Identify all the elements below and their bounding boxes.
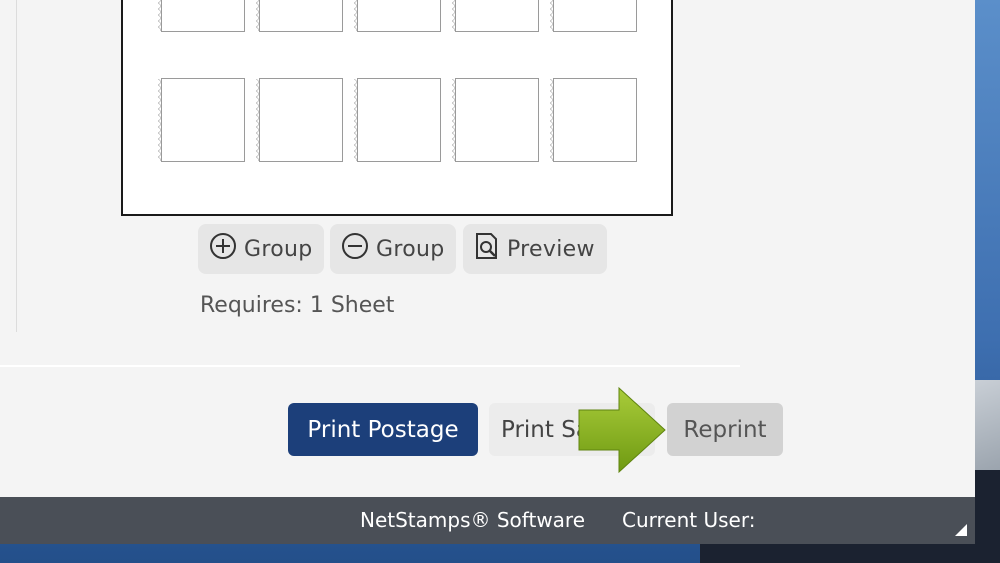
left-divider (16, 0, 17, 332)
stamp-slot[interactable] (256, 78, 343, 162)
arrow-right-icon (578, 386, 666, 474)
product-name: NetStamps® Software (360, 508, 586, 532)
reprint-button[interactable]: Reprint (667, 403, 783, 456)
stamp-slot[interactable] (550, 0, 637, 32)
resize-grip-icon[interactable] (955, 524, 967, 536)
stamp-slot[interactable] (158, 0, 245, 32)
print-postage-button[interactable]: Print Postage (288, 403, 478, 456)
remove-group-button[interactable]: Group (330, 224, 456, 274)
preview-icon (473, 231, 501, 267)
preview-label: Preview (507, 236, 595, 262)
status-bar: NetStamps® Software Current User: (0, 497, 975, 544)
stamp-slot[interactable] (452, 78, 539, 162)
app-window: Group Group Preview Requires: 1 Sheet Pr… (0, 0, 975, 497)
remove-group-label: Group (376, 236, 445, 262)
requires-value: 1 Sheet (309, 293, 395, 318)
add-group-label: Group (244, 236, 313, 262)
stamp-slot[interactable] (354, 0, 441, 32)
requires-label: Requires: (200, 293, 303, 318)
section-divider (0, 365, 740, 367)
add-group-button[interactable]: Group (198, 224, 324, 274)
stamp-slot[interactable] (158, 78, 245, 162)
stamp-sheet-preview (121, 0, 673, 216)
stamp-slot[interactable] (550, 78, 637, 162)
stamp-slot[interactable] (452, 0, 539, 32)
minus-circle-icon (340, 231, 370, 267)
stamp-slot[interactable] (354, 78, 441, 162)
sheet-requirement: Requires: 1 Sheet (200, 293, 394, 318)
plus-circle-icon (208, 231, 238, 267)
current-user-label: Current User: (622, 508, 756, 532)
preview-button[interactable]: Preview (463, 224, 607, 274)
stamp-slot[interactable] (256, 0, 343, 32)
